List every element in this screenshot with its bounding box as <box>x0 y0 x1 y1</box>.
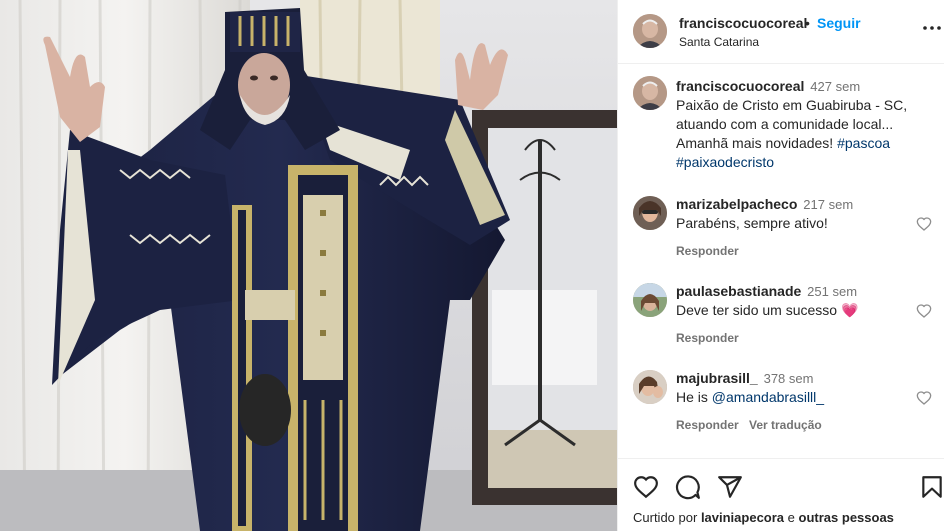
more-horizontal-icon <box>923 26 941 30</box>
comment-text-content: Deve ter sido um sucesso <box>676 302 838 318</box>
comment-username[interactable]: majubrasill_ <box>676 370 758 386</box>
comment-bubble-icon <box>676 475 700 500</box>
see-translation-button[interactable]: Ver tradução <box>749 418 822 432</box>
comment-text: He is @amandabrasilll_ <box>676 388 926 407</box>
like-button[interactable] <box>633 474 659 500</box>
comment-username[interactable]: marizabelpacheco <box>676 196 797 212</box>
caption-username[interactable]: franciscocuocoreal <box>676 78 804 94</box>
send-icon <box>718 476 742 498</box>
likes-others[interactable]: outras pessoas <box>799 510 894 525</box>
commenter-avatar[interactable] <box>633 283 667 317</box>
author-avatar-image <box>633 14 667 48</box>
author-username[interactable]: franciscocuocoreal <box>679 15 807 31</box>
likes-middle: e <box>787 510 795 525</box>
comment-body: marizabelpacheco 217 sem Parabéns, sempr… <box>676 195 926 233</box>
comment-like-button[interactable] <box>916 216 934 234</box>
comment-button[interactable] <box>675 474 701 500</box>
likes-user[interactable]: laviniapecora <box>701 510 784 525</box>
comment-like-button[interactable] <box>916 390 934 408</box>
hashtag-pascoa[interactable]: #pascoa <box>837 135 890 151</box>
commenter-avatar[interactable] <box>633 196 667 230</box>
heart-outline-icon <box>916 304 932 318</box>
commenter-avatar-image <box>633 196 667 230</box>
user-mention[interactable]: @amandabrasilll_ <box>712 389 824 405</box>
commenter-avatar[interactable] <box>633 370 667 404</box>
comment-username[interactable]: paulasebastianade <box>676 283 801 299</box>
follow-button[interactable]: Seguir <box>817 15 861 31</box>
header-separator: • <box>805 15 810 31</box>
comment-text: Parabéns, sempre ativo! <box>676 215 828 231</box>
heart-emoji: 💗 <box>840 302 859 318</box>
heart-icon <box>634 476 658 499</box>
comment-like-button[interactable] <box>916 303 934 321</box>
post-side-panel: franciscocuocoreal • Seguir Santa Catari… <box>617 0 944 531</box>
likes-summary: Curtido por laviniapecora e outras pesso… <box>633 510 894 525</box>
commenter-avatar-image <box>633 370 667 404</box>
caption-avatar[interactable] <box>633 76 667 110</box>
hashtag-paixaodecristo[interactable]: #paixaodecristo <box>676 154 774 170</box>
post-header: franciscocuocoreal • Seguir Santa Catari… <box>618 0 944 64</box>
caption-time[interactable]: 427 sem <box>810 79 860 94</box>
post-location[interactable]: Santa Catarina <box>679 35 759 49</box>
caption-body: franciscocuocoreal 427 sem Paixão de Cri… <box>676 77 926 172</box>
reply-button[interactable]: Responder <box>676 244 739 258</box>
comment-time[interactable]: 378 sem <box>764 371 814 386</box>
reply-button[interactable]: Responder <box>676 331 739 345</box>
caption-avatar-image <box>633 76 667 110</box>
comment-body: majubrasill_ 378 sem He is @amandabrasil… <box>676 369 926 407</box>
heart-outline-icon <box>916 217 932 231</box>
heart-outline-icon <box>916 391 932 405</box>
author-avatar[interactable] <box>633 14 667 48</box>
save-button[interactable] <box>919 474 944 500</box>
comment-time[interactable]: 217 sem <box>803 197 853 212</box>
comment-body: paulasebastianade 251 sem Deve ter sido … <box>676 282 926 320</box>
caption-text: Paixão de Cristo em Guabiruba - SC, atua… <box>676 96 926 172</box>
commenter-avatar-image <box>633 283 667 317</box>
comment-text: Deve ter sido um sucesso 💗 <box>676 301 926 320</box>
bookmark-icon <box>922 476 942 498</box>
post-photo[interactable] <box>0 0 617 531</box>
post-actions-bar: Curtido por laviniapecora e outras pesso… <box>618 458 944 531</box>
comments-section: franciscocuocoreal 427 sem Paixão de Cri… <box>618 64 944 456</box>
share-button[interactable] <box>717 474 743 500</box>
comment-text-content: He is <box>676 389 708 405</box>
reply-button[interactable]: Responder <box>676 418 739 432</box>
likes-prefix: Curtido por <box>633 510 698 525</box>
photo-illustration <box>0 0 617 531</box>
more-options-button[interactable] <box>921 18 943 38</box>
comment-time[interactable]: 251 sem <box>807 284 857 299</box>
